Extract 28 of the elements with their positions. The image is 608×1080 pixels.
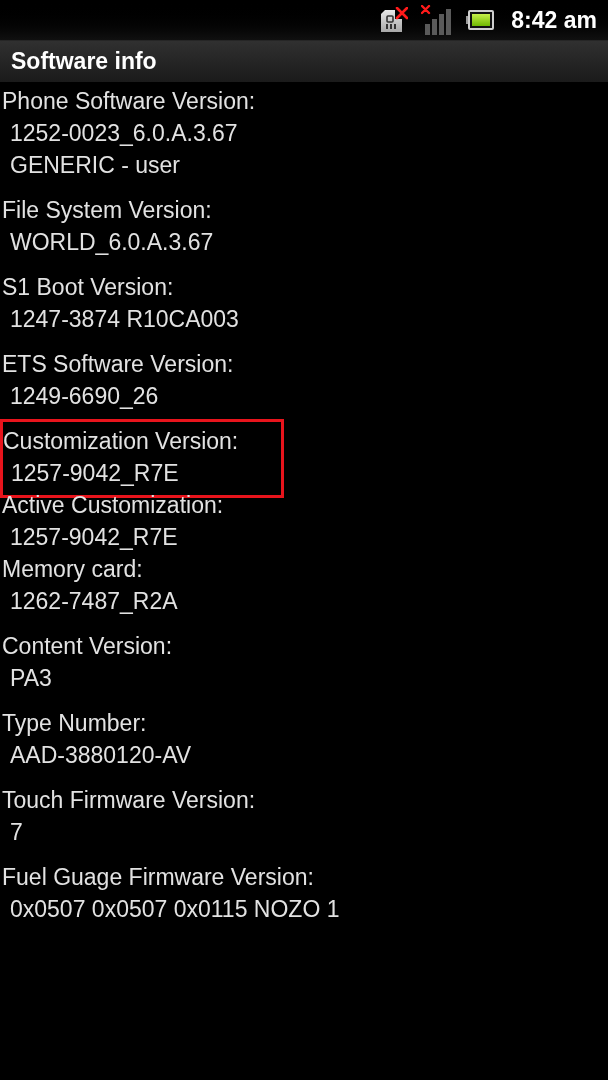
clock-time: 8:42 am — [511, 8, 597, 32]
sim-card-error-icon — [380, 7, 409, 33]
battery-icon — [466, 10, 495, 30]
info-label: Type Number: — [2, 709, 148, 738]
info-value: WORLD_6.0.A.3.67 — [9, 228, 215, 257]
info-label: Phone Software Version: — [2, 87, 257, 116]
info-value: 1262-7487_R2A — [9, 587, 179, 616]
info-value: 1257-9042_R7E — [10, 459, 180, 488]
info-value: GENERIC - user — [9, 151, 181, 180]
info-label: Touch Firmware Version: — [2, 786, 257, 815]
info-value: 1247-3874 R10CA003 — [9, 305, 240, 334]
info-label: File System Version: — [2, 196, 213, 225]
info-label: ETS Software Version: — [2, 350, 235, 379]
info-value: 1257-9042_R7E — [9, 523, 179, 552]
info-label: S1 Boot Version: — [2, 273, 175, 302]
no-signal-icon — [421, 5, 452, 35]
info-label: Customization Version: — [3, 427, 240, 456]
info-value: 0x0507 0x0507 0x0115 NOZO 1 — [9, 895, 341, 924]
info-value: PA3 — [9, 664, 53, 693]
info-value: 7 — [9, 818, 24, 847]
screen-title: Software info — [11, 50, 157, 73]
info-label: Memory card: — [2, 555, 144, 584]
info-value: 1252-0023_6.0.A.3.67 — [9, 119, 239, 148]
info-label: Content Version: — [2, 632, 174, 661]
info-label: Active Customization: — [2, 491, 225, 520]
info-value: AAD-3880120-AV — [9, 741, 193, 770]
info-label: Fuel Guage Firmware Version: — [2, 863, 315, 892]
info-value: 1249-6690_26 — [9, 382, 160, 411]
